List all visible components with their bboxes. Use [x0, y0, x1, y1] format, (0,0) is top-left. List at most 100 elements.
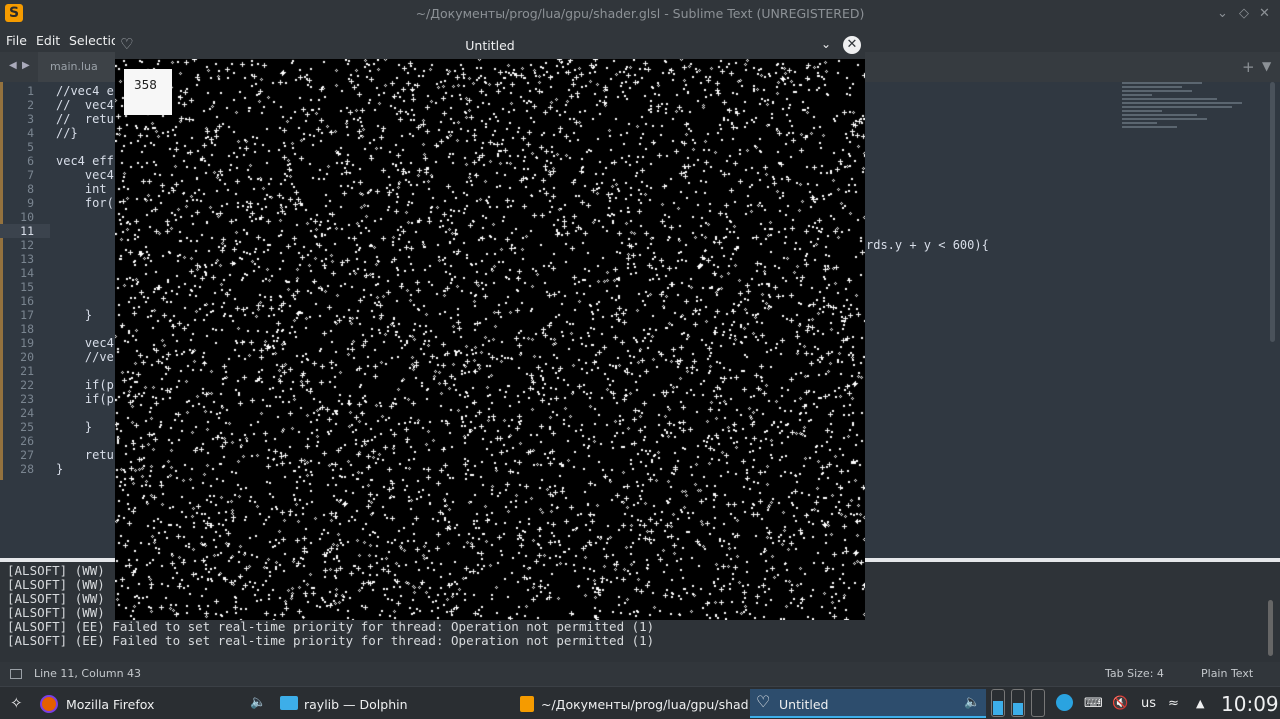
line-number: 16	[20, 294, 34, 308]
sublime-window-title: ~/Документы/prog/lua/gpu/shader.glsl - S…	[415, 6, 865, 21]
swap-monitor-widget[interactable]	[1031, 689, 1045, 717]
cpu-monitor-widget[interactable]	[991, 689, 1005, 717]
line-number: 9	[27, 196, 34, 210]
line-number: 12	[20, 238, 34, 252]
code-lines[interactable]: //vec4 e// vec4// retu//} vec4 eff vec4 i…	[56, 84, 114, 476]
task-label: Untitled	[779, 697, 829, 712]
speaker-icon[interactable]: 🔈	[964, 695, 980, 710]
tab-main-lua[interactable]: main.lua	[38, 52, 118, 82]
line-number: 1	[27, 84, 34, 98]
line-number: 3	[27, 112, 34, 126]
wifi-icon[interactable]: ≈	[1168, 696, 1179, 711]
code-line: if(p	[56, 392, 114, 406]
minimap[interactable]	[1122, 82, 1262, 142]
line-number: 7	[27, 168, 34, 182]
task-label: Mozilla Firefox	[66, 697, 155, 712]
task-dolphin[interactable]: raylib — Dolphin	[276, 689, 506, 718]
line-number: 6	[27, 154, 34, 168]
line-number: 5	[27, 140, 34, 154]
maximize-diamond-icon[interactable]: ◇	[1239, 6, 1249, 22]
code-line: vec4 eff	[56, 154, 114, 168]
code-line: // retu	[56, 112, 114, 126]
task-label: ~/Документы/prog/lua/gpu/shad...	[541, 697, 761, 712]
code-line: vec4	[56, 336, 114, 350]
tab-nav-right-icon[interactable]: ▶	[22, 60, 30, 71]
fps-counter: 358	[124, 69, 172, 115]
tab-nav-left-icon[interactable]: ◀	[9, 60, 17, 71]
telegram-icon[interactable]	[1056, 694, 1073, 711]
console-line: [ALSOFT] (EE) Failed to set real-time pr…	[7, 619, 655, 634]
line-number: 27	[20, 448, 34, 462]
line-number: 19	[20, 336, 34, 350]
cursor-position: Line 11, Column 43	[34, 667, 142, 680]
minimize-chevron-icon[interactable]: ⌄	[821, 37, 831, 51]
line-number: 24	[20, 406, 34, 420]
line-number: 2	[27, 98, 34, 112]
keyboard-icon[interactable]: ⌨	[1084, 696, 1103, 711]
line-number: 28	[20, 462, 34, 476]
code-line: if(p	[56, 378, 114, 392]
line-number: 15	[20, 280, 34, 294]
untitled-titlebar[interactable]: ♡ Untitled ⌄ ✕	[115, 32, 865, 59]
line-number: 21	[20, 364, 34, 378]
clock[interactable]: 10:09	[1221, 692, 1279, 716]
heart-icon: ♡	[756, 692, 771, 711]
code-line: //ve	[56, 350, 114, 364]
menu-edit[interactable]: Edit	[36, 33, 60, 48]
tab-list-chevron-icon[interactable]: ▼	[1262, 59, 1271, 73]
tab-label: main.lua	[50, 60, 98, 73]
untitled-window-title: Untitled	[465, 38, 515, 53]
sublime-titlebar: S ~/Документы/prog/lua/gpu/shader.glsl -…	[0, 0, 1280, 28]
panel-toggle-icon[interactable]	[10, 669, 22, 679]
menu-selection[interactable]: Selectio	[69, 33, 119, 48]
firefox-icon	[40, 695, 58, 713]
syntax-selector[interactable]: Plain Text	[1201, 667, 1253, 680]
task-label: raylib — Dolphin	[304, 697, 408, 712]
memory-monitor-widget[interactable]	[1011, 689, 1025, 717]
code-line: vec4	[56, 168, 114, 182]
console-scrollbar[interactable]	[1268, 600, 1273, 656]
line-number: 11	[20, 224, 34, 238]
line-number: 23	[20, 392, 34, 406]
close-icon[interactable]: ✕	[1259, 6, 1270, 22]
line-number: 22	[20, 378, 34, 392]
keyboard-layout[interactable]: us	[1141, 696, 1156, 711]
taskbar: ✧ Mozilla Firefox 🔈 raylib — Dolphin ~/Д…	[0, 686, 1280, 719]
code-line: //vec4 e	[56, 84, 114, 98]
tray-expand-icon[interactable]: ▲	[1196, 697, 1204, 710]
tab-size[interactable]: Tab Size: 4	[1105, 667, 1164, 680]
close-icon[interactable]: ✕	[843, 36, 861, 54]
new-tab-plus-icon[interactable]: +	[1242, 58, 1255, 76]
menu-file[interactable]: File	[6, 33, 27, 48]
task-sublime[interactable]: ~/Документы/prog/lua/gpu/shad...	[512, 689, 761, 718]
untitled-window[interactable]: ♡ Untitled ⌄ ✕ 358	[115, 32, 865, 620]
task-firefox[interactable]: Mozilla Firefox 🔈	[36, 689, 276, 718]
code-fragment-line-11: rds.y + y < 600){	[866, 238, 989, 252]
editor-scrollbar[interactable]	[1270, 82, 1275, 342]
line-number: 8	[27, 182, 34, 196]
speaker-icon[interactable]: 🔈	[250, 695, 266, 710]
line-number: 13	[20, 252, 34, 266]
code-line: }	[56, 420, 93, 434]
sublime-icon	[520, 696, 534, 712]
volume-muted-icon[interactable]: 🔇	[1112, 696, 1128, 711]
console-line: [ALSOFT] (EE) Failed to set real-time pr…	[7, 633, 655, 648]
sublime-statusbar: Line 11, Column 43 Tab Size: 4 Plain Tex…	[0, 662, 1280, 686]
minimize-chevron-icon[interactable]: ⌄	[1217, 6, 1228, 22]
line-number: 4	[27, 126, 34, 140]
app-launcher-icon[interactable]: ✧	[10, 694, 23, 712]
code-line: }	[56, 308, 93, 322]
task-untitled[interactable]: ♡ Untitled 🔈	[750, 689, 986, 718]
line-number: 14	[20, 266, 34, 280]
particle-canvas[interactable]	[115, 59, 865, 620]
